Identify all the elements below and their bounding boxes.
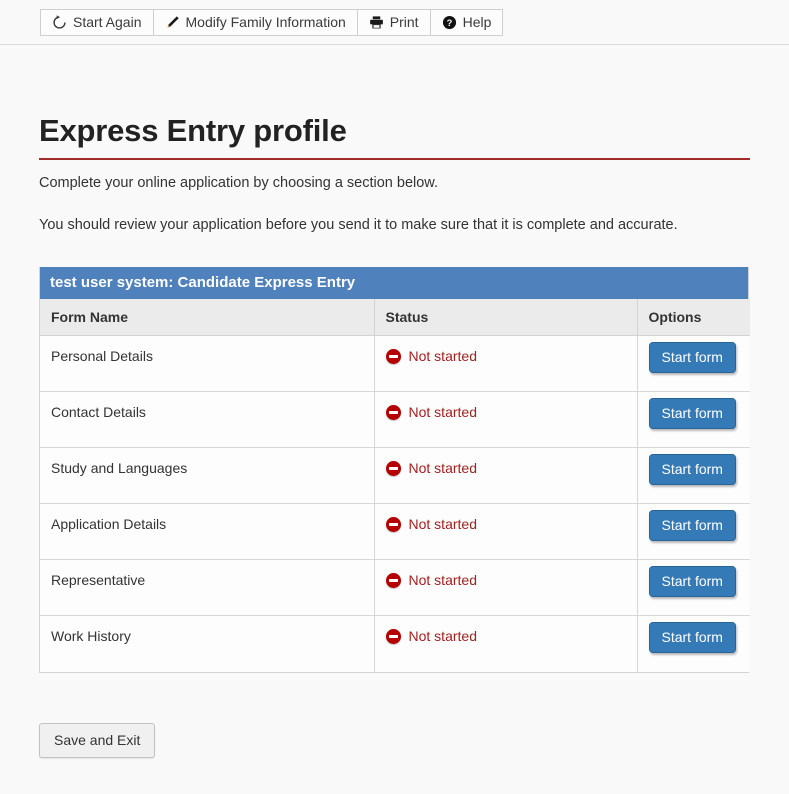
table-row: Study and Languages Not started Start fo… xyxy=(40,447,750,505)
options-cell: Start form xyxy=(637,503,750,561)
printer-icon xyxy=(369,15,384,30)
form-name-cell: Contact Details xyxy=(40,391,375,449)
status-label: Not started xyxy=(408,460,477,477)
column-header-options: Options xyxy=(637,299,750,337)
not-started-icon xyxy=(385,516,401,532)
status-cell-container: Not started xyxy=(374,391,638,449)
form-name-cell: Representative xyxy=(40,559,375,617)
options-cell: Start form xyxy=(637,447,750,505)
footer: Save and Exit xyxy=(39,673,789,758)
table-row: Application Details Not started Start fo… xyxy=(40,503,750,561)
form-name-cell: Application Details xyxy=(40,503,375,561)
start-again-label: Start Again xyxy=(73,14,142,30)
forms-table: Form Name Status Options Personal Detail… xyxy=(40,299,750,672)
print-label: Print xyxy=(389,14,419,30)
forms-table-head: Form Name Status Options xyxy=(40,299,750,337)
options-cell: Start form xyxy=(637,559,750,617)
start-form-button[interactable]: Start form xyxy=(648,510,736,542)
forms-table-caption: test user system: Candidate Express Entr… xyxy=(40,267,748,300)
start-form-button[interactable]: Start form xyxy=(648,622,736,654)
options-cell: Start form xyxy=(637,615,750,672)
status-label: Not started xyxy=(408,628,477,645)
options-cell: Start form xyxy=(637,335,750,393)
start-form-button[interactable]: Start form xyxy=(648,398,736,430)
table-row: Contact Details Not started Start form xyxy=(40,391,750,449)
status-cell-container: Not started xyxy=(374,335,638,393)
forms-table-container: test user system: Candidate Express Entr… xyxy=(39,267,750,673)
table-row: Work History Not started Start form xyxy=(40,615,750,672)
print-button[interactable]: Print xyxy=(356,8,430,36)
table-row: Representative Not started Start form xyxy=(40,559,750,617)
status-label: Not started xyxy=(408,404,477,421)
toolbar: Start Again Modify Family Information Pr… xyxy=(0,0,789,45)
svg-text:?: ? xyxy=(446,17,452,27)
form-name-cell: Study and Languages xyxy=(40,447,375,505)
page-title: Express Entry profile xyxy=(39,113,347,148)
help-label: Help xyxy=(462,14,492,30)
status-label: Not started xyxy=(408,572,477,589)
status-label: Not started xyxy=(408,516,477,533)
form-name-cell: Personal Details xyxy=(40,335,375,393)
pencil-icon xyxy=(165,15,180,30)
save-and-exit-button[interactable]: Save and Exit xyxy=(39,722,156,758)
table-row: Personal Details Not started Start form xyxy=(40,335,750,393)
help-circle-icon: ? xyxy=(442,15,457,30)
intro-paragraph-1: Complete your online application by choo… xyxy=(39,175,438,191)
status-cell-container: Not started xyxy=(374,447,638,505)
restart-icon xyxy=(52,14,67,30)
table-header-row: Form Name Status Options xyxy=(40,299,750,337)
not-started-icon xyxy=(385,348,401,364)
forms-table-body: Personal Details Not started Start form … xyxy=(40,335,750,672)
not-started-icon xyxy=(385,572,401,588)
toolbar-button-group: Start Again Modify Family Information Pr… xyxy=(40,8,504,36)
start-form-button[interactable]: Start form xyxy=(648,454,736,486)
form-name-cell: Work History xyxy=(40,615,375,672)
status-cell-container: Not started xyxy=(374,615,638,672)
not-started-icon xyxy=(385,628,401,644)
help-button[interactable]: ? Help xyxy=(429,8,504,36)
intro-paragraph-2: You should review your application befor… xyxy=(39,217,678,234)
status-cell-container: Not started xyxy=(374,503,638,561)
page-content: Express Entry profile Complete your onli… xyxy=(0,45,789,758)
status-cell-container: Not started xyxy=(374,559,638,617)
modify-family-information-button[interactable]: Modify Family Information xyxy=(152,8,357,36)
start-form-button[interactable]: Start form xyxy=(648,342,736,374)
status-label: Not started xyxy=(408,348,477,365)
column-header-form-name: Form Name xyxy=(40,299,375,337)
not-started-icon xyxy=(385,404,401,420)
options-cell: Start form xyxy=(637,391,750,449)
not-started-icon xyxy=(385,460,401,476)
start-again-button[interactable]: Start Again xyxy=(40,8,153,36)
start-form-button[interactable]: Start form xyxy=(648,566,736,598)
modify-family-information-label: Modify Family Information xyxy=(185,14,346,30)
column-header-status: Status xyxy=(374,299,638,337)
